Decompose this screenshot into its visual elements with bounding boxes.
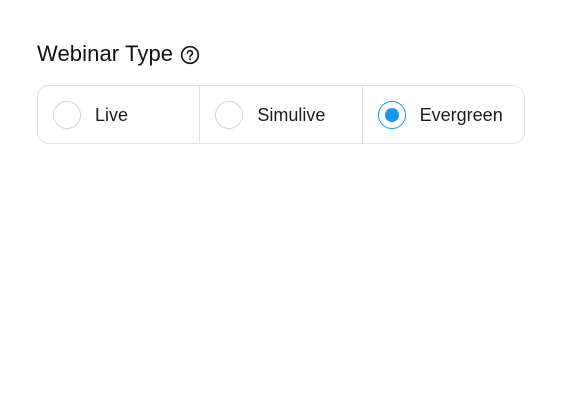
option-simulive[interactable]: Simulive bbox=[199, 86, 361, 143]
webinar-type-title: Webinar Type bbox=[37, 41, 174, 66]
option-live[interactable]: Live bbox=[38, 86, 199, 143]
radio-selected-dot bbox=[384, 107, 399, 122]
radio-live[interactable] bbox=[53, 100, 81, 129]
webinar-type-radio-group: Live Simulive Evergreen bbox=[37, 85, 525, 144]
option-live-label: Live bbox=[95, 104, 129, 125]
webinar-type-header: Webinar Type bbox=[37, 38, 527, 70]
question-circle-icon[interactable] bbox=[180, 45, 200, 65]
webinar-type-section: Webinar Type Live Simulive Evergreen bbox=[37, 38, 527, 144]
option-simulive-label: Simulive bbox=[257, 104, 326, 125]
option-evergreen-label: Evergreen bbox=[419, 104, 503, 125]
radio-evergreen[interactable] bbox=[377, 100, 406, 129]
option-evergreen[interactable]: Evergreen bbox=[361, 86, 524, 143]
radio-simulive[interactable] bbox=[215, 100, 244, 129]
